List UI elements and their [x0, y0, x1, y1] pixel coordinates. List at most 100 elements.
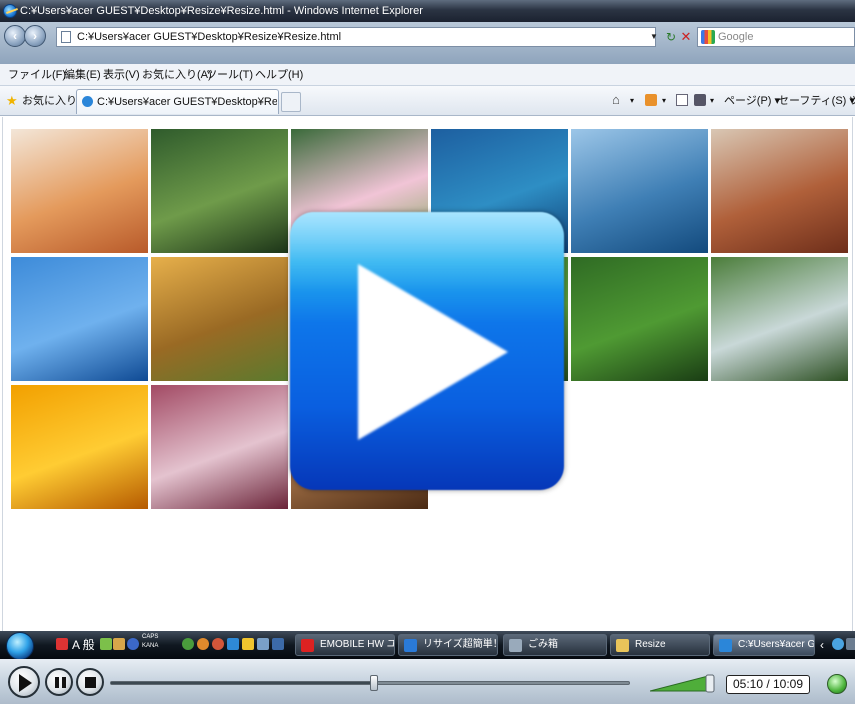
volume-slider[interactable] [650, 673, 716, 693]
autumn-tree-tile [151, 257, 288, 381]
taskbar-scroll-left-icon[interactable]: ‹ [820, 631, 824, 659]
ie-logo-icon [3, 4, 17, 18]
home-icon[interactable]: ⌂ [612, 92, 624, 107]
ime-tray-icon[interactable] [100, 638, 112, 650]
menu-bar: ファイル(F) 編集(E) 表示(V) お気に入り(A) ツール(T) ヘルプ(… [0, 64, 855, 86]
menu-favorites[interactable]: お気に入り(A) [142, 64, 212, 86]
ime-dictionary-icon[interactable] [113, 638, 125, 650]
monument-valley-tile [711, 129, 848, 253]
tab-title: C:¥Users¥acer GUEST¥Desktop¥Resize¥Res..… [97, 96, 277, 108]
ie-icon [719, 639, 732, 652]
taskbar-button-recycle-bin[interactable]: ごみ箱 [503, 634, 607, 656]
favorites-star-icon[interactable]: ★ [6, 93, 18, 109]
frost-leaves-tile [151, 385, 288, 509]
orange-daisies-tile [11, 385, 148, 509]
quicklaunch-icon-4[interactable] [227, 638, 239, 650]
resize-tool-icon [404, 639, 417, 652]
taskbar-button-resize-folder[interactable]: Resize [610, 634, 710, 656]
quicklaunch-icon-7[interactable] [272, 638, 284, 650]
home-dropdown-icon[interactable]: ▾ [630, 86, 634, 116]
desert-oryx-tile [11, 129, 148, 253]
alert-tray-icon[interactable] [56, 638, 68, 650]
tab-bar: ★ お気に入り C:¥Users¥acer GUEST¥Desktop¥Resi… [0, 86, 855, 116]
video-play-overlay[interactable] [290, 212, 564, 490]
pause-button[interactable] [45, 668, 73, 696]
menu-edit[interactable]: 編集(E) [64, 64, 101, 86]
seek-thumb[interactable] [370, 675, 378, 691]
play-button-icon [19, 674, 32, 692]
new-tab-button[interactable] [281, 92, 301, 112]
volume-wedge [650, 674, 713, 692]
quicklaunch-icon-2[interactable] [197, 638, 209, 650]
fullscreen-icon[interactable] [827, 674, 847, 694]
tray-overflow-icon[interactable] [846, 638, 855, 650]
stop-icon [85, 677, 96, 688]
pause-icon-bar-left [55, 677, 59, 688]
emobile-icon [301, 639, 314, 652]
print-icon[interactable] [694, 94, 706, 106]
menu-view[interactable]: 表示(V) [103, 64, 140, 86]
tab-current[interactable]: C:¥Users¥acer GUEST¥Desktop¥Resize¥Res..… [76, 89, 279, 114]
caps-indicator: CAPS [142, 634, 159, 640]
menu-tools[interactable]: ツール(T) [206, 64, 253, 86]
folder-icon [616, 639, 629, 652]
quicklaunch-icon-5[interactable] [242, 638, 254, 650]
pause-icon-bar-right [62, 677, 66, 688]
forward-button[interactable]: › [24, 25, 46, 47]
play-button[interactable] [8, 666, 40, 698]
recycle-bin-icon [509, 639, 522, 652]
tools-menu[interactable]: ツ [849, 86, 855, 116]
taskbar-button-ie[interactable]: C:¥Users¥acer G... [713, 634, 815, 656]
ie-page-icon [82, 96, 93, 107]
toucan-tile [151, 129, 288, 253]
window-title-bar: C:¥Users¥acer GUEST¥Desktop¥Resize¥Resiz… [0, 0, 855, 22]
taskbar-button-label: EMOBILE HW ユ... [320, 639, 394, 650]
menu-file[interactable]: ファイル(F) [8, 64, 66, 86]
search-placeholder: Google [718, 31, 754, 43]
address-text: C:¥Users¥acer GUEST¥Desktop¥Resize¥Resiz… [77, 31, 342, 43]
whale-tail-tile [571, 129, 708, 253]
ime-indicator[interactable]: A 般 [72, 631, 95, 659]
page-icon [61, 31, 71, 43]
address-dropdown-icon[interactable]: ▼ [650, 28, 660, 46]
mail-icon[interactable] [676, 94, 688, 106]
dock-sky-tile [11, 257, 148, 381]
favorites-button[interactable]: お気に入り [22, 86, 77, 116]
print-dropdown-icon[interactable]: ▾ [710, 86, 714, 116]
safety-menu[interactable]: セーフティ(S) ▾ [778, 86, 855, 116]
feeds-dropdown-icon[interactable]: ▾ [662, 86, 666, 116]
volume-thumb[interactable] [705, 674, 715, 693]
navigation-bar: ‹ › C:¥Users¥acer GUEST¥Desktop¥Resize¥R… [0, 22, 855, 64]
kana-indicator: KANA [142, 643, 159, 649]
menu-help[interactable]: ヘルプ(H) [255, 64, 303, 86]
network-tray-icon[interactable] [832, 638, 844, 650]
refresh-icon[interactable]: ↻ [663, 28, 679, 46]
back-button[interactable]: ‹ [4, 25, 26, 47]
screen: C:¥Users¥acer GUEST¥Desktop¥Resize¥Resiz… [0, 0, 855, 704]
quicklaunch-icon-1[interactable] [182, 638, 194, 650]
window-title: C:¥Users¥acer GUEST¥Desktop¥Resize¥Resiz… [20, 5, 423, 17]
play-icon [358, 264, 508, 440]
taskbar-button-emobile[interactable]: EMOBILE HW ユ... [295, 634, 395, 656]
stop-button[interactable] [76, 668, 104, 696]
taskbar-button-label: リサイズ超簡単！... [423, 639, 497, 650]
seek-progress [111, 682, 370, 684]
taskbar-button-resize-tool[interactable]: リサイズ超簡単！... [398, 634, 498, 656]
address-field[interactable]: C:¥Users¥acer GUEST¥Desktop¥Resize¥Resiz… [56, 27, 656, 47]
stop-icon[interactable]: ✕ [679, 28, 693, 46]
taskbar-button-label: ごみ箱 [528, 639, 558, 650]
waterfall-tile [711, 257, 848, 381]
google-icon [701, 30, 715, 44]
feeds-icon[interactable] [645, 94, 657, 106]
taskbar-button-label: Resize [635, 639, 666, 650]
taskbar-button-label: C:¥Users¥acer G... [738, 639, 815, 650]
quicklaunch-icon-3[interactable] [212, 638, 224, 650]
quicklaunch-icon-6[interactable] [257, 638, 269, 650]
windows-taskbar: A 般 CAPS KANA EMOBILE HW ユ... リサイズ超簡単！..… [0, 631, 855, 660]
help-tray-icon[interactable] [127, 638, 139, 650]
time-display: 05:10 / 10:09 [726, 675, 810, 694]
page-menu[interactable]: ページ(P) ▾ [724, 86, 780, 116]
start-button[interactable] [6, 632, 34, 660]
pink-flowers-tile [571, 257, 708, 381]
search-input[interactable]: Google [697, 27, 855, 47]
